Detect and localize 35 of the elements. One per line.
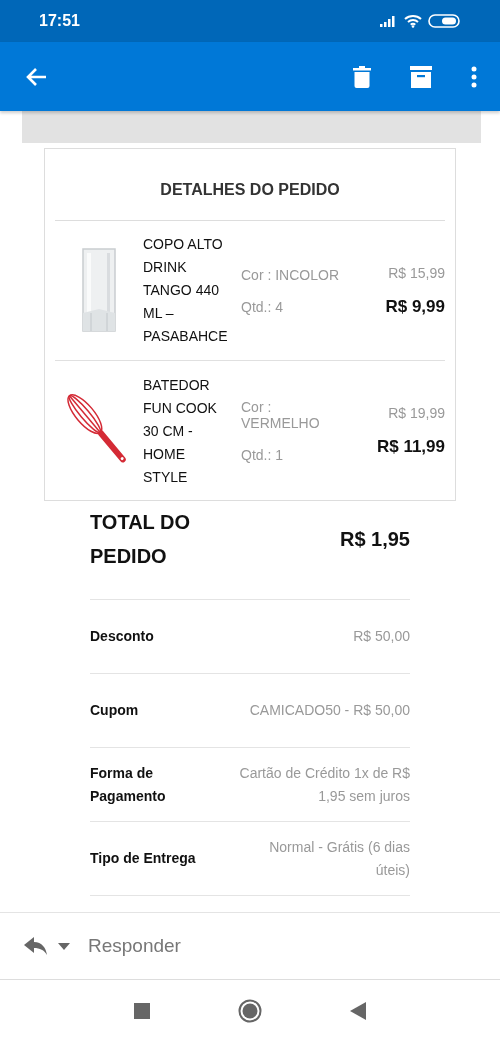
signal-icon [380,15,398,27]
product-name: BATEDOR FUN COOK 30 CM - HOME STYLE [143,375,218,487]
product-name: COPO ALTO DRINK TANGO 440 ML – PASABAHCE [143,235,229,346]
detail-label: Tipo de Entrega [90,849,197,868]
old-price: R$ 15,99 [387,264,445,281]
detail-value: Normal - Grátis (6 dias úteis) [268,837,410,880]
battery-icon [428,14,460,28]
back-arrow-icon[interactable] [25,66,47,87]
product-color: Cor : INCOLOR [241,266,340,283]
clock: 17:51 [39,12,80,30]
reply-icon[interactable] [24,937,48,955]
archive-box-icon[interactable] [410,65,432,88]
detail-label: Forma de Pagamento [90,763,167,806]
product-quantity: Qtd.: 4 [241,298,285,315]
detail-value: R$ 50,00 [352,627,410,646]
wifi-icon [404,14,422,28]
reply-field[interactable]: Responder [88,935,288,957]
more-options-icon[interactable] [471,65,477,88]
card-title: DETALHES DO PEDIDO [55,149,445,221]
total-label: TOTAL DO PEDIDO [90,510,191,569]
detail-label: Cupom [90,701,140,720]
detail-value: CAMICADO50 - R$ 50,00 [248,701,410,720]
price: R$ 11,99 [375,437,445,457]
back-icon[interactable] [350,1001,366,1020]
price: R$ 9,99 [384,296,445,317]
detail-label: Desconto [90,627,155,646]
dropdown-caret-icon[interactable] [58,942,70,950]
product-color: Cor : VERMELHO [241,399,321,431]
total-value: R$ 1,95 [339,527,410,551]
home-icon[interactable] [238,998,262,1023]
detail-value: Cartão de Crédito 1x de R$ 1,95 sem juros [238,763,410,806]
old-price: R$ 19,99 [387,405,445,421]
product-quantity: Qtd.: 1 [241,447,285,463]
trash-icon[interactable] [353,65,371,88]
recent-apps-icon[interactable] [134,1002,150,1019]
